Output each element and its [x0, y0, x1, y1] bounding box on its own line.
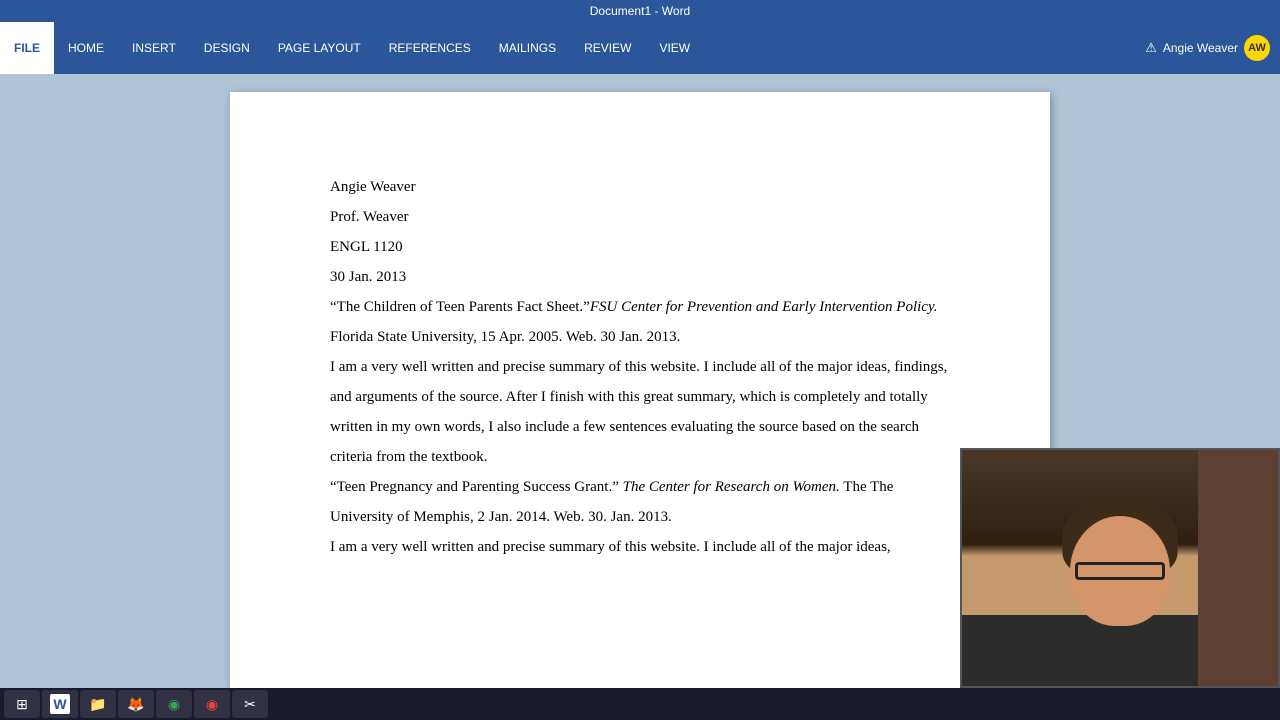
chrome2-icon: ◉	[202, 694, 222, 714]
tab-references[interactable]: REFERENCES	[375, 22, 485, 74]
username: Angie Weaver	[1163, 41, 1238, 55]
taskbar-files[interactable]: 📁	[80, 690, 116, 718]
tab-page-layout[interactable]: PAGE LAYOUT	[264, 22, 375, 74]
person-face	[1070, 516, 1170, 626]
taskbar-word[interactable]: W	[42, 690, 78, 718]
taskbar-chrome1[interactable]: ◉	[156, 690, 192, 718]
citation1-italic: FSU Center for Prevention and Early Inte…	[590, 299, 938, 315]
tab-home[interactable]: HOME	[54, 22, 118, 74]
taskbar: ⊞ W 📁 🦊 ◉ ◉ ✂	[0, 688, 1280, 720]
word-icon: W	[50, 694, 70, 714]
title-text: Document1 - Word	[590, 4, 690, 18]
tab-view[interactable]: VIEW	[645, 22, 704, 74]
windows-icon: ⊞	[12, 694, 32, 714]
snippet-icon: ✂	[240, 694, 260, 714]
tab-mailings[interactable]: MAILINGS	[485, 22, 570, 74]
citation1-after: Florida State University, 15 Apr. 2005. …	[330, 329, 680, 345]
tab-insert[interactable]: INSERT	[118, 22, 190, 74]
which-is-text: which is	[740, 389, 790, 405]
citation1-before: “The Children of Teen Parents Fact Sheet…	[330, 299, 590, 315]
firefox-icon: 🦊	[126, 694, 146, 714]
start-button[interactable]: ⊞	[4, 690, 40, 718]
chrome-icon: ◉	[164, 694, 184, 714]
course-line: ENGL 1120	[330, 232, 950, 262]
tab-design[interactable]: DESIGN	[190, 22, 264, 74]
citation2-italic: The Center for Research on Women.	[623, 479, 840, 495]
ribbon: FILE HOME INSERT DESIGN PAGE LAYOUT REFE…	[0, 22, 1280, 74]
citation2-the: The	[840, 479, 867, 495]
citation1: “The Children of Teen Parents Fact Sheet…	[330, 292, 950, 352]
bookshelf	[1198, 450, 1278, 686]
taskbar-firefox[interactable]: 🦊	[118, 690, 154, 718]
author-line: Angie Weaver	[330, 172, 950, 202]
summary1-text: I am a very well written and precise sum…	[330, 352, 950, 472]
document-page[interactable]: Angie Weaver Prof. Weaver ENGL 1120 30 J…	[230, 92, 1050, 688]
citation2: “Teen Pregnancy and Parenting Success Gr…	[330, 472, 950, 532]
user-area: ⚠ Angie Weaver AW	[1145, 22, 1280, 74]
tab-review[interactable]: REVIEW	[570, 22, 645, 74]
taskbar-snippet[interactable]: ✂	[232, 690, 268, 718]
user-avatar[interactable]: AW	[1244, 35, 1270, 61]
webcam-overlay	[960, 448, 1280, 688]
citation2-before: “Teen Pregnancy and Parenting Success Gr…	[330, 479, 619, 495]
taskbar-chrome2[interactable]: ◉	[194, 690, 230, 718]
person-glasses	[1075, 562, 1165, 580]
date-line: 30 Jan. 2013	[330, 262, 950, 292]
summary2-text: I am a very well written and precise sum…	[330, 532, 950, 562]
files-icon: 📁	[88, 694, 108, 714]
title-bar: Document1 - Word	[0, 0, 1280, 22]
professor-line: Prof. Weaver	[330, 202, 950, 232]
webcam-video	[962, 450, 1278, 686]
tab-file[interactable]: FILE	[0, 22, 54, 74]
